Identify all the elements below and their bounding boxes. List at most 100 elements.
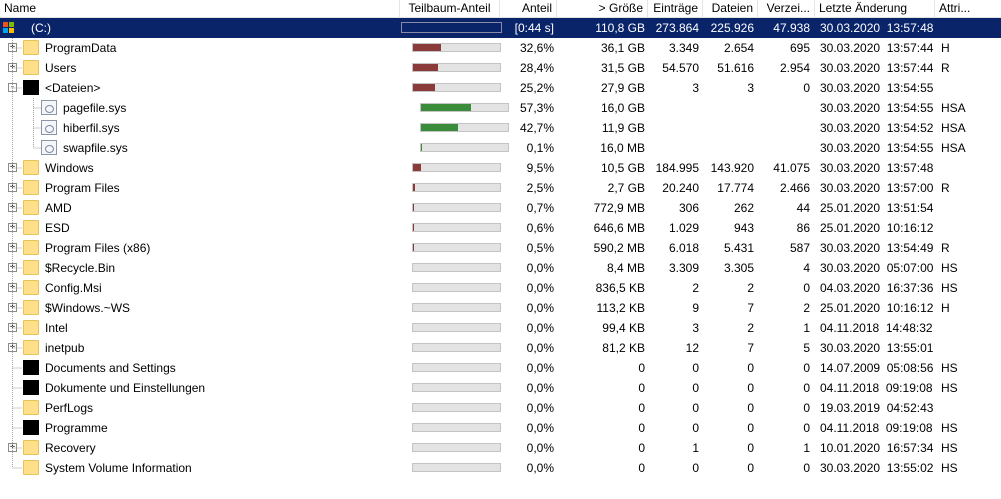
subtree-share-bar (412, 403, 501, 412)
attributes-value: HS (941, 461, 958, 475)
column-header-files[interactable]: Dateien (703, 0, 758, 18)
column-header-entries[interactable]: Einträge (648, 0, 703, 18)
tree-row[interactable]: PerfLogs 0,0% 0 0 0 0 19.03.2019 04:52:43 (0, 398, 1001, 418)
expand-icon[interactable]: + (8, 323, 17, 332)
files-group-icon (23, 420, 39, 435)
expand-icon[interactable]: + (8, 203, 17, 212)
collapse-icon[interactable]: - (8, 83, 17, 92)
column-header-modified[interactable]: Letzte Änderung (815, 0, 935, 18)
expand-icon[interactable]: + (8, 283, 17, 292)
size-value: 16,0 MB (600, 141, 645, 155)
size-value: 0 (638, 381, 645, 395)
expand-icon[interactable]: + (8, 243, 17, 252)
tree-row[interactable]: + ESD 0,6% 646,6 MB 1.029 943 86 25.01.2020 10:… (0, 218, 1001, 238)
files-value: 0 (747, 401, 754, 415)
folder-icon (23, 40, 39, 55)
tree-row[interactable]: + Users 28,4% 31,5 GB 54.570 51.616 2.954 30.03… (0, 58, 1001, 78)
folder-icon (23, 340, 39, 355)
attributes-value: HS (941, 421, 958, 435)
modified-value: 30.03.2020 13:57:48 (820, 161, 934, 175)
tree-row[interactable]: Documents and Settings 0,0% 0 0 0 0 14.07.2009… (0, 358, 1001, 378)
expand-icon[interactable]: + (8, 443, 17, 452)
column-header-name[interactable]: Name (0, 0, 400, 18)
folder-icon (23, 200, 39, 215)
entries-value: 0 (692, 361, 699, 375)
expand-icon[interactable]: + (8, 183, 17, 192)
column-header-percent[interactable]: Anteil (500, 0, 557, 18)
dirs-value: 0 (803, 281, 810, 295)
item-name: Windows (45, 161, 94, 175)
subtree-share-bar (412, 303, 501, 312)
tree-row[interactable]: System Volume Information 0,0% 0 0 0 0 30.03.2… (0, 458, 1001, 478)
attributes-value (941, 318, 999, 338)
files-value (703, 138, 754, 158)
tree-row[interactable]: + ProgramData 32,6% 36,1 GB 3.349 2.654 695 30.… (0, 38, 1001, 58)
item-name: PerfLogs (45, 401, 94, 415)
percent-value: 0,6% (526, 221, 554, 235)
expand-icon[interactable]: + (8, 163, 17, 172)
dirs-value: 44 (796, 201, 810, 215)
expand-icon[interactable]: + (8, 63, 17, 72)
files-value: 0 (747, 421, 754, 435)
tree-row-selected[interactable]: (C:) [0:44 s] 110,8 GB 273.864 225.926 47.938… (0, 18, 1001, 38)
tree-row[interactable]: Dokumente und Einstellungen 0,0% 0 0 0 0 04.11… (0, 378, 1001, 398)
folder-icon (23, 60, 39, 75)
percent-value: 28,4% (519, 61, 554, 75)
modified-value: 30.03.2020 13:54:55 (820, 141, 934, 155)
tree-row[interactable]: Programme 0,0% 0 0 0 0 04.11.2018 09:19:08 HS (0, 418, 1001, 438)
attributes-value (941, 338, 999, 358)
subtree-share-bar (412, 343, 501, 352)
column-header-size[interactable]: > Größe (557, 0, 648, 18)
tree-row[interactable]: - <Dateien> 25,2% 27,9 GB 3 3 0 30.03.2020 13:5… (0, 78, 1001, 98)
tree-row[interactable]: + Config.Msi 0,0% 836,5 KB 2 2 0 04.03.2020 16:… (0, 278, 1001, 298)
column-header-dirs[interactable]: Verzei... (758, 0, 815, 18)
entries-value: 0 (692, 421, 699, 435)
attributes-value (941, 218, 999, 238)
size-value: 10,5 GB (600, 161, 645, 175)
entries-value: 20.240 (662, 181, 699, 195)
subtree-share-bar (420, 103, 509, 112)
tree-row[interactable]: + Recovery 0,0% 0 1 0 1 10.01.2020 16:57:34 HS (0, 438, 1001, 458)
attributes-value (941, 198, 999, 218)
folder-icon (23, 160, 39, 175)
files-value: 2.654 (723, 41, 754, 55)
dirs-value: 0 (803, 361, 810, 375)
dirs-value: 587 (789, 241, 810, 255)
expand-icon[interactable]: + (8, 223, 17, 232)
size-value: 0 (638, 361, 645, 375)
directory-tree-view[interactable]: Name Teilbaum-Anteil Anteil > Größe Eint… (0, 0, 1001, 499)
subtree-share-bar (412, 363, 501, 372)
dirs-value: 41.075 (773, 161, 810, 175)
modified-value: 30.03.2020 05:07:00 (820, 261, 934, 275)
dirs-value: 2 (803, 301, 810, 315)
tree-row[interactable]: hiberfil.sys 42,7% 11,9 GB 30.03.2020 13:54… (0, 118, 1001, 138)
subtree-share-bar (412, 383, 501, 392)
tree-row[interactable]: + $Windows.~WS 0,0% 113,2 KB 9 7 2 25.01.2020 1… (0, 298, 1001, 318)
dirs-value: 695 (789, 41, 810, 55)
tree-row[interactable]: + Windows 9,5% 10,5 GB 184.995 143.920 41.075 3… (0, 158, 1001, 178)
tree-row[interactable]: + AMD 0,7% 772,9 MB 306 262 44 25.01.2020 13:51… (0, 198, 1001, 218)
tree-row[interactable]: + inetpub 0,0% 81,2 KB 12 7 5 30.03.2020 13:55:… (0, 338, 1001, 358)
percent-value: 0,0% (526, 401, 554, 415)
expand-icon[interactable]: + (8, 343, 17, 352)
modified-value: 04.11.2018 14:48:32 (820, 321, 933, 335)
subtree-share-bar (412, 243, 501, 252)
percent-value: 0,7% (526, 201, 554, 215)
tree-row[interactable]: swapfile.sys 0,1% 16,0 MB 30.03.2020 13:54:… (0, 138, 1001, 158)
percent-value: 0,0% (526, 341, 554, 355)
tree-row[interactable]: + Program Files (x86) 0,5% 590,2 MB 6.018 5.4… (0, 238, 1001, 258)
column-header-attributes[interactable]: Attri... (935, 0, 1001, 18)
files-value: 17.774 (717, 181, 754, 195)
expand-icon[interactable]: + (8, 263, 17, 272)
column-header-subtree[interactable]: Teilbaum-Anteil (400, 0, 500, 18)
percent-value: 0,0% (526, 421, 554, 435)
expand-icon[interactable]: + (8, 303, 17, 312)
tree-row[interactable]: + Intel 0,0% 99,4 KB 3 2 1 04.11.2018 14:48:32 (0, 318, 1001, 338)
folder-icon (23, 220, 39, 235)
tree-row[interactable]: + Program Files 2,5% 2,7 GB 20.240 17.774 2.46… (0, 178, 1001, 198)
tree-row[interactable]: + $Recycle.Bin 0,0% 8,4 MB 3.309 3.305 4 30.03.… (0, 258, 1001, 278)
subtree-share-bar (412, 463, 501, 472)
expand-icon[interactable]: + (8, 43, 17, 52)
tree-row[interactable]: pagefile.sys 57,3% 16,0 GB 30.03.2020 13:54… (0, 98, 1001, 118)
item-name: Dokumente und Einstellungen (45, 381, 206, 395)
